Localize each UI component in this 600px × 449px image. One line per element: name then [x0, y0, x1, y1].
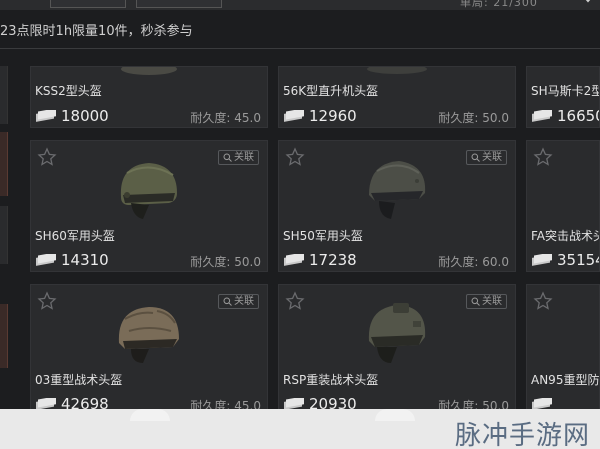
item-card[interactable]: 56K型直升机头盔 12960 耐久度: 50.0: [278, 66, 516, 128]
related-button[interactable]: 关联: [466, 150, 507, 165]
related-label: 关联: [482, 152, 502, 163]
item-card[interactable]: 关联 SH60军用头盔 14310 耐久度: 50.0: [30, 140, 268, 272]
related-label: 关联: [234, 152, 254, 163]
helmet-image: [368, 303, 426, 363]
search-icon: [223, 153, 232, 162]
helmet-peek: [130, 409, 170, 421]
cash-icon: [36, 110, 56, 122]
item-name: SH马斯卡2型头: [531, 84, 599, 98]
sale-notice: 23点限时1h限量10件，秒杀参与: [0, 24, 193, 39]
item-name: SH50军用头盔: [283, 229, 363, 243]
helmet-image: [121, 67, 177, 75]
close-icon[interactable]: [578, 0, 598, 8]
star-icon[interactable]: [285, 147, 305, 167]
search-icon: [223, 297, 232, 306]
item-card[interactable]: 关联 SH50军用头盔 17238 耐久度: 60.0: [278, 140, 516, 272]
item-card[interactable]: AN95重型防: [526, 284, 600, 414]
cash-icon: [284, 110, 304, 122]
helmet-image: [367, 67, 427, 74]
search-icon: [471, 297, 480, 306]
item-price: 35154: [557, 251, 600, 269]
sidebar-strip: [0, 66, 8, 409]
item-card[interactable]: KSS2型头盔 18000 耐久度: 45.0: [30, 66, 268, 128]
divider: [0, 48, 600, 49]
item-price: 14310: [61, 251, 109, 269]
star-icon[interactable]: [533, 291, 553, 311]
item-name: RSP重装战术头盔: [283, 373, 379, 387]
star-icon[interactable]: [533, 147, 553, 167]
item-name: KSS2型头盔: [35, 84, 102, 98]
item-price: 12960: [309, 107, 357, 125]
related-button[interactable]: 关联: [218, 294, 259, 309]
related-label: 关联: [482, 296, 502, 307]
star-icon[interactable]: [37, 147, 57, 167]
star-icon[interactable]: [285, 291, 305, 311]
helmet-peek: [375, 409, 415, 421]
item-card[interactable]: 关联 03重型战术头盔 42698 耐久度: 45.0: [30, 284, 268, 414]
item-durability: 耐久度: 45.0: [190, 111, 261, 125]
item-price: 16650: [557, 107, 600, 125]
helmet-image: [118, 307, 179, 363]
item-name: 03重型战术头盔: [35, 373, 123, 387]
top-bar: 单局: 21/300: [0, 0, 600, 10]
sidebar-tab-3[interactable]: [0, 206, 8, 264]
related-label: 关联: [234, 296, 254, 307]
cash-icon: [36, 254, 56, 266]
watermark-text: 脉冲手游网: [454, 421, 590, 449]
star-icon[interactable]: [37, 291, 57, 311]
cash-icon: [532, 254, 552, 266]
item-name: 56K型直升机头盔: [283, 84, 379, 98]
sidebar-tab-2[interactable]: [0, 132, 8, 196]
related-button[interactable]: 关联: [466, 294, 507, 309]
item-durability: 耐久度: 50.0: [190, 255, 261, 269]
item-price: 17238: [309, 251, 357, 269]
top-tab-button-1[interactable]: [50, 0, 126, 8]
item-card[interactable]: 关联 RSP重装战术头盔 20930 耐久度: 50.0: [278, 284, 516, 414]
item-card[interactable]: FA突击战术头 35154: [526, 140, 600, 272]
top-tab-button-2[interactable]: [136, 0, 222, 8]
item-name: FA突击战术头: [531, 229, 600, 243]
item-card[interactable]: SH马斯卡2型头 16650: [526, 66, 600, 128]
top-status-text: 单局: 21/300: [460, 0, 538, 9]
item-name: AN95重型防: [531, 373, 600, 387]
watermark-banner: 脉冲手游网: [0, 409, 600, 449]
sidebar-tab-4[interactable]: [0, 304, 8, 368]
search-icon: [471, 153, 480, 162]
item-durability: 耐久度: 50.0: [438, 111, 509, 125]
item-name: SH60军用头盔: [35, 229, 115, 243]
sidebar-tab-1[interactable]: [0, 66, 8, 124]
helmet-image: [369, 161, 426, 219]
helmet-image: [120, 163, 177, 219]
cash-icon: [284, 254, 304, 266]
related-button[interactable]: 关联: [218, 150, 259, 165]
item-durability: 耐久度: 60.0: [438, 255, 509, 269]
item-price: 18000: [61, 107, 109, 125]
cash-icon: [532, 110, 552, 122]
